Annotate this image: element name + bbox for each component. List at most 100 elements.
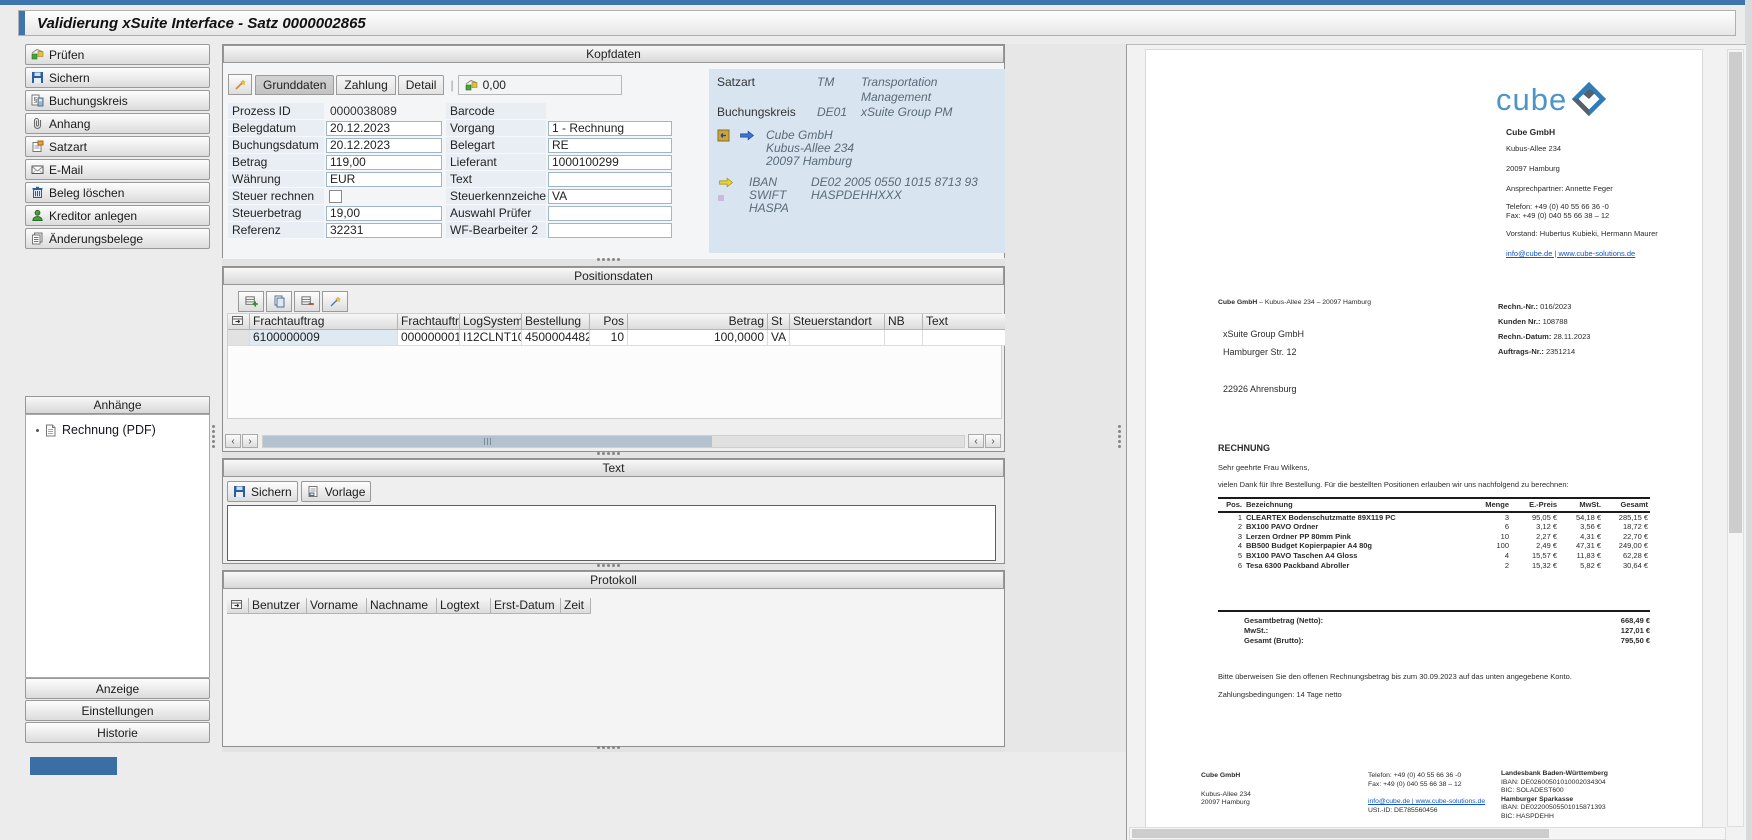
cell-logsystem[interactable]: I12CLNT100 bbox=[460, 330, 522, 346]
auswahl-pruefer-input[interactable] bbox=[548, 206, 672, 221]
col-logtext[interactable]: Logtext bbox=[437, 598, 491, 614]
sidebar-splitter-handle[interactable] bbox=[212, 425, 215, 448]
col-vorname[interactable]: Vorname bbox=[307, 598, 367, 614]
company-fax: Fax: +49 (0) 040 55 66 38 – 12 bbox=[1506, 211, 1610, 220]
anzeige-button[interactable]: Anzeige bbox=[25, 678, 210, 699]
col-nb[interactable]: NB bbox=[885, 314, 923, 330]
copy-icon bbox=[273, 295, 286, 308]
autofill-button[interactable] bbox=[228, 74, 252, 95]
sidebar-item-pruefen[interactable]: Prüfen bbox=[25, 44, 210, 65]
text-input[interactable] bbox=[548, 172, 672, 187]
col-logsystem[interactable]: LogSystem bbox=[460, 314, 522, 330]
cell-nb[interactable] bbox=[885, 330, 923, 346]
text-area[interactable] bbox=[227, 505, 996, 561]
steuerbetrag-input[interactable]: 19,00 bbox=[326, 206, 442, 221]
tab-zahlung[interactable]: Zahlung bbox=[336, 75, 396, 95]
scroll-left-button-2[interactable]: ‹ bbox=[968, 434, 984, 448]
col-pos[interactable]: Pos bbox=[590, 314, 628, 330]
scroll-right-button-2[interactable]: › bbox=[985, 434, 1001, 448]
tab-detail[interactable]: Detail bbox=[397, 75, 445, 95]
derive-button[interactable] bbox=[322, 291, 348, 312]
invoice-logo: cube bbox=[1496, 80, 1608, 118]
inv-cell: 2 bbox=[1237, 522, 1242, 532]
preview-splitter-handle[interactable] bbox=[1118, 425, 1121, 448]
referenz-input[interactable]: 32231 bbox=[326, 223, 442, 238]
copy-row-button[interactable] bbox=[266, 291, 292, 312]
col-zeit[interactable]: Zeit bbox=[561, 598, 591, 614]
sidebar-item-beleg-loeschen[interactable]: Beleg löschen bbox=[25, 182, 210, 203]
scroll-right-button[interactable]: › bbox=[242, 434, 258, 448]
protokoll-select-all-button[interactable] bbox=[227, 598, 249, 614]
cell-pos[interactable]: 10 bbox=[590, 330, 628, 346]
recipient-name: xSuite Group GmbH bbox=[1223, 329, 1305, 339]
positions-splitter-handle[interactable] bbox=[597, 452, 620, 455]
col-betrag[interactable]: Betrag bbox=[628, 314, 768, 330]
text-template-button[interactable]: Vorlage bbox=[300, 481, 372, 502]
vorgang-input[interactable]: 1 - Rechnung bbox=[548, 121, 672, 136]
delete-row-button[interactable] bbox=[294, 291, 320, 312]
tab-grunddaten[interactable]: Grunddaten bbox=[255, 75, 335, 95]
betrag-input[interactable]: 119,00 bbox=[326, 155, 442, 170]
status-amount-tab[interactable]: 0,00 bbox=[457, 75, 622, 95]
total-label: Gesamtbetrag (Netto): bbox=[1244, 616, 1324, 625]
kopfdaten-header: Kopfdaten bbox=[223, 45, 1004, 63]
steuer-rechnen-checkbox[interactable] bbox=[329, 190, 342, 203]
sidebar-item-kreditor-anlegen[interactable]: Kreditor anlegen bbox=[25, 205, 210, 226]
scroll-track[interactable] bbox=[262, 434, 965, 448]
recipient-city: 22926 Ahrensburg bbox=[1223, 384, 1297, 394]
bottom-splitter-handle[interactable] bbox=[597, 746, 620, 749]
pdf-vscroll-thumb[interactable] bbox=[1729, 52, 1742, 534]
cell-text[interactable] bbox=[923, 330, 1009, 346]
row-select-cell[interactable] bbox=[228, 330, 250, 346]
add-row-button[interactable] bbox=[238, 291, 264, 312]
scroll-thumb[interactable] bbox=[263, 435, 712, 447]
cell-bestellung[interactable]: 4500004482 bbox=[522, 330, 590, 346]
buchungsdatum-input[interactable]: 20.12.2023 bbox=[326, 138, 442, 153]
footer-fax: Fax: +49 (0) 040 55 66 38 – 12 bbox=[1368, 780, 1462, 788]
belegdatum-input[interactable]: 20.12.2023 bbox=[326, 121, 442, 136]
scroll-left-button[interactable]: ‹ bbox=[225, 434, 241, 448]
waehrung-input[interactable]: EUR bbox=[326, 172, 442, 187]
cell-betrag[interactable]: 100,0000 bbox=[628, 330, 768, 346]
col-text[interactable]: Text bbox=[923, 314, 1009, 330]
cell-st[interactable]: VA bbox=[768, 330, 790, 346]
col-frachtauftra2[interactable]: Frachtauftra... bbox=[398, 314, 460, 330]
sidebar-item-anhang[interactable]: Anhang bbox=[25, 113, 210, 134]
sidebar-item-satzart[interactable]: Satzart bbox=[25, 136, 210, 157]
belegart-input[interactable]: RE bbox=[548, 138, 672, 153]
sidebar-item-aenderungsbelege[interactable]: Änderungsbelege bbox=[25, 228, 210, 249]
col-frachtauftrag[interactable]: Frachtauftrag bbox=[250, 314, 398, 330]
traffic-light-icon bbox=[465, 79, 478, 92]
sidebar-item-sichern[interactable]: Sichern bbox=[25, 67, 210, 88]
col-benutzer[interactable]: Benutzer bbox=[249, 598, 307, 614]
steuerkennzeichen-input[interactable]: VA bbox=[548, 189, 672, 204]
pdf-hscroll-thumb[interactable] bbox=[1132, 829, 1549, 838]
tab-separator: | bbox=[450, 78, 454, 92]
select-all-button[interactable] bbox=[228, 314, 250, 330]
sidebar-item-buchungskreis[interactable]: § Buchungskreis bbox=[25, 90, 210, 111]
cell-steuerstandort[interactable] bbox=[790, 330, 885, 346]
historie-button[interactable]: Historie bbox=[25, 722, 210, 743]
einstellungen-button[interactable]: Einstellungen bbox=[25, 700, 210, 721]
col-st[interactable]: St bbox=[768, 314, 790, 330]
cell-frachtauftrag[interactable]: 6100000009 bbox=[250, 330, 398, 346]
pdf-vertical-scrollbar[interactable] bbox=[1727, 49, 1744, 827]
lieferant-input[interactable]: 1000100299 bbox=[548, 155, 672, 170]
satzart-name: Transportation Management bbox=[861, 75, 938, 104]
col-steuerstandort[interactable]: Steuerstandort bbox=[790, 314, 885, 330]
attachment-item-rechnung-pdf[interactable]: Rechnung (PDF) bbox=[26, 415, 209, 437]
wf-bearbeiter-input[interactable] bbox=[548, 223, 672, 238]
col-erst-datum[interactable]: Erst-Datum bbox=[491, 598, 561, 614]
footer-links: info@cube.de | www.cube-solutions.de bbox=[1368, 798, 1486, 806]
inv-cell: Lerzen Ordner PP 80mm Pink bbox=[1246, 531, 1351, 541]
kopfdaten-splitter-handle[interactable] bbox=[597, 258, 620, 261]
sidebar-item-email[interactable]: E-Mail bbox=[25, 159, 210, 180]
pdf-horizontal-scrollbar[interactable] bbox=[1129, 827, 1726, 840]
kopfdaten-title: Kopfdaten bbox=[586, 47, 641, 61]
text-save-button[interactable]: Sichern bbox=[227, 481, 298, 502]
vendor-master-icon[interactable] bbox=[717, 129, 730, 142]
text-splitter-handle[interactable] bbox=[597, 564, 620, 567]
cell-frachtauftra2[interactable]: 0000000010 bbox=[398, 330, 460, 346]
col-nachname[interactable]: Nachname bbox=[367, 598, 437, 614]
col-bestellung[interactable]: Bestellung bbox=[522, 314, 590, 330]
